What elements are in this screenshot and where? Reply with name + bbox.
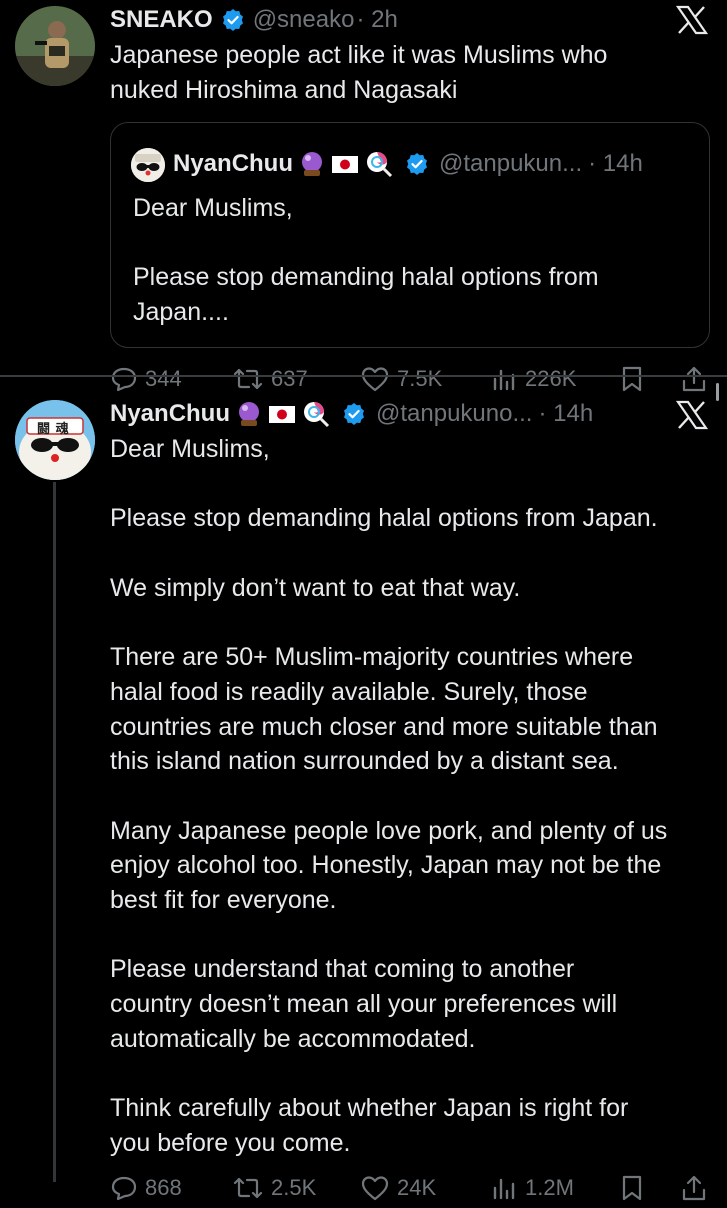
tweet2-header: NyanChuu @tanpukuno... · 14h bbox=[110, 398, 593, 430]
tweet2-line: you before you come. bbox=[110, 1128, 351, 1157]
quoted-text: Dear Muslims, Please stop demanding hala… bbox=[133, 191, 599, 330]
reply-button[interactable]: 344 bbox=[110, 359, 182, 399]
japan-flag-emoji bbox=[332, 156, 358, 173]
repost-count: 2.5K bbox=[271, 1175, 317, 1200]
tweet2-line: enjoy alcohol too. Honestly, Japan may n… bbox=[110, 851, 662, 880]
quoted-text-line: Japan.... bbox=[133, 298, 229, 327]
quoted-avatar[interactable] bbox=[131, 148, 165, 182]
tweet2-line bbox=[110, 1057, 720, 1092]
reply-count: 344 bbox=[145, 366, 182, 391]
sneako-avatar-photo bbox=[15, 6, 95, 86]
bookmark-button[interactable] bbox=[620, 359, 644, 399]
quoted-text-line: Please stop demanding halal options from bbox=[133, 263, 599, 292]
like-button[interactable]: 7.5K bbox=[360, 359, 442, 399]
tweet2-line: country doesn’t mean all your preference… bbox=[110, 990, 618, 1019]
tweet1-actions: 344 637 7.5K 226K bbox=[0, 359, 727, 399]
tweet2-line: There are 50+ Muslim-majority countries … bbox=[110, 643, 634, 672]
tweet1-text-line: Japanese people act like it was Muslims … bbox=[110, 41, 608, 69]
tweet2-line: this island nation surrounded by a dista… bbox=[110, 747, 619, 776]
tweet1-time[interactable]: · 2h bbox=[356, 6, 397, 34]
tweet2-line: Many Japanese people love pork, and plen… bbox=[110, 816, 668, 845]
reply-button[interactable]: 868 bbox=[110, 1168, 182, 1208]
nyanchuu-avatar-image bbox=[15, 400, 95, 480]
views-button[interactable]: 226K bbox=[492, 359, 576, 399]
tweet1-text: Japanese people act like it was Muslims … bbox=[110, 38, 607, 107]
reply-count: 868 bbox=[145, 1175, 182, 1200]
avatar-headband-text: 闘 魂 bbox=[37, 421, 70, 436]
verified-badge-icon bbox=[407, 153, 427, 175]
verified-badge-icon bbox=[344, 403, 364, 425]
share-button[interactable] bbox=[680, 359, 708, 399]
reply-icon bbox=[111, 1176, 137, 1201]
tweet2-author-name[interactable]: NyanChuu bbox=[110, 400, 230, 428]
tweet1-handle[interactable]: @sneako bbox=[253, 6, 355, 34]
like-count: 24K bbox=[397, 1175, 437, 1200]
share-icon bbox=[682, 366, 706, 392]
screenshot-divider bbox=[0, 375, 727, 377]
tweet2-line: We simply don’t want to eat that way. bbox=[110, 573, 521, 602]
tweet2-line bbox=[110, 467, 720, 502]
like-icon bbox=[361, 367, 389, 392]
share-button[interactable] bbox=[680, 1168, 708, 1208]
crystal-ball-emoji bbox=[239, 402, 259, 426]
bookmark-icon bbox=[622, 366, 642, 392]
tweet2-line: Think carefully about whether Japan is r… bbox=[110, 1094, 629, 1123]
tweet2-line: best fit for everyone. bbox=[110, 886, 337, 915]
quoted-text-blank bbox=[133, 226, 599, 261]
tweet1-header: SNEAKO @sneako · 2h bbox=[110, 4, 398, 36]
like-icon bbox=[361, 1176, 389, 1201]
reply-icon bbox=[111, 367, 137, 392]
nyanchuu-avatar[interactable]: 闘 魂 bbox=[15, 400, 95, 480]
tweet2-handle[interactable]: @tanpukuno... bbox=[376, 400, 532, 428]
quoted-handle[interactable]: @tanpukun... bbox=[439, 150, 582, 178]
tweet2-time[interactable]: · 14h bbox=[538, 400, 593, 428]
x-logo-icon bbox=[676, 400, 708, 430]
bookmark-button[interactable] bbox=[620, 1168, 644, 1208]
tweet2-line: Please stop demanding halal options from… bbox=[110, 504, 658, 533]
repost-button[interactable]: 2.5K bbox=[232, 1168, 316, 1208]
tweet2-line bbox=[110, 779, 720, 814]
thread-line bbox=[53, 482, 56, 1182]
quoted-header: NyanChuu @tanpukun... · 14h bbox=[173, 146, 643, 182]
quoted-avatar-image bbox=[131, 148, 165, 182]
tweet2-line: automatically be accommodated. bbox=[110, 1024, 476, 1053]
scrollbar-tick[interactable] bbox=[716, 383, 719, 401]
repost-icon bbox=[233, 1177, 263, 1199]
tweet2-actions: 868 2.5K 24K 1.2M bbox=[0, 1168, 727, 1208]
tweet2-line: halal food is readily available. Surely,… bbox=[110, 677, 588, 706]
lollipop-emoji bbox=[304, 402, 330, 428]
quoted-text-line: Dear Muslims, bbox=[133, 194, 293, 222]
tweet2-line: countries are much closer and more suita… bbox=[110, 712, 658, 741]
tweet2-line bbox=[110, 918, 720, 953]
share-icon bbox=[682, 1175, 706, 1201]
tweet1-text-line: nuked Hiroshima and Nagasaki bbox=[110, 75, 458, 104]
bookmark-icon bbox=[622, 1175, 642, 1201]
views-count: 226K bbox=[525, 366, 577, 391]
tweet2-line: Please understand that coming to another bbox=[110, 955, 575, 984]
japan-flag-emoji bbox=[269, 406, 295, 423]
verified-badge-icon bbox=[222, 9, 243, 31]
like-count: 7.5K bbox=[397, 366, 443, 391]
tweet2-line bbox=[110, 536, 720, 571]
tweet2-line bbox=[110, 605, 720, 640]
views-icon bbox=[493, 1178, 515, 1200]
like-button[interactable]: 24K bbox=[360, 1168, 436, 1208]
lollipop-emoji bbox=[367, 152, 393, 178]
repost-count: 637 bbox=[271, 366, 308, 391]
repost-button[interactable]: 637 bbox=[232, 359, 308, 399]
x-logo-icon bbox=[676, 5, 708, 35]
quoted-time[interactable]: · 14h bbox=[588, 150, 643, 178]
tweet2-line: Dear Muslims, bbox=[110, 435, 270, 463]
tweet2-text: Dear Muslims, Please stop demanding hala… bbox=[110, 432, 720, 1161]
views-count: 1.2M bbox=[525, 1175, 574, 1200]
repost-icon bbox=[233, 368, 263, 390]
sneako-avatar[interactable] bbox=[15, 6, 95, 86]
quoted-author-name[interactable]: NyanChuu bbox=[173, 150, 293, 178]
quoted-tweet[interactable]: NyanChuu @tanpukun... · 14h Dear Muslims… bbox=[110, 122, 710, 348]
views-button[interactable]: 1.2M bbox=[492, 1168, 574, 1208]
tweet1-author-name[interactable]: SNEAKO bbox=[110, 6, 213, 34]
crystal-ball-emoji bbox=[302, 152, 322, 176]
views-icon bbox=[493, 369, 515, 391]
